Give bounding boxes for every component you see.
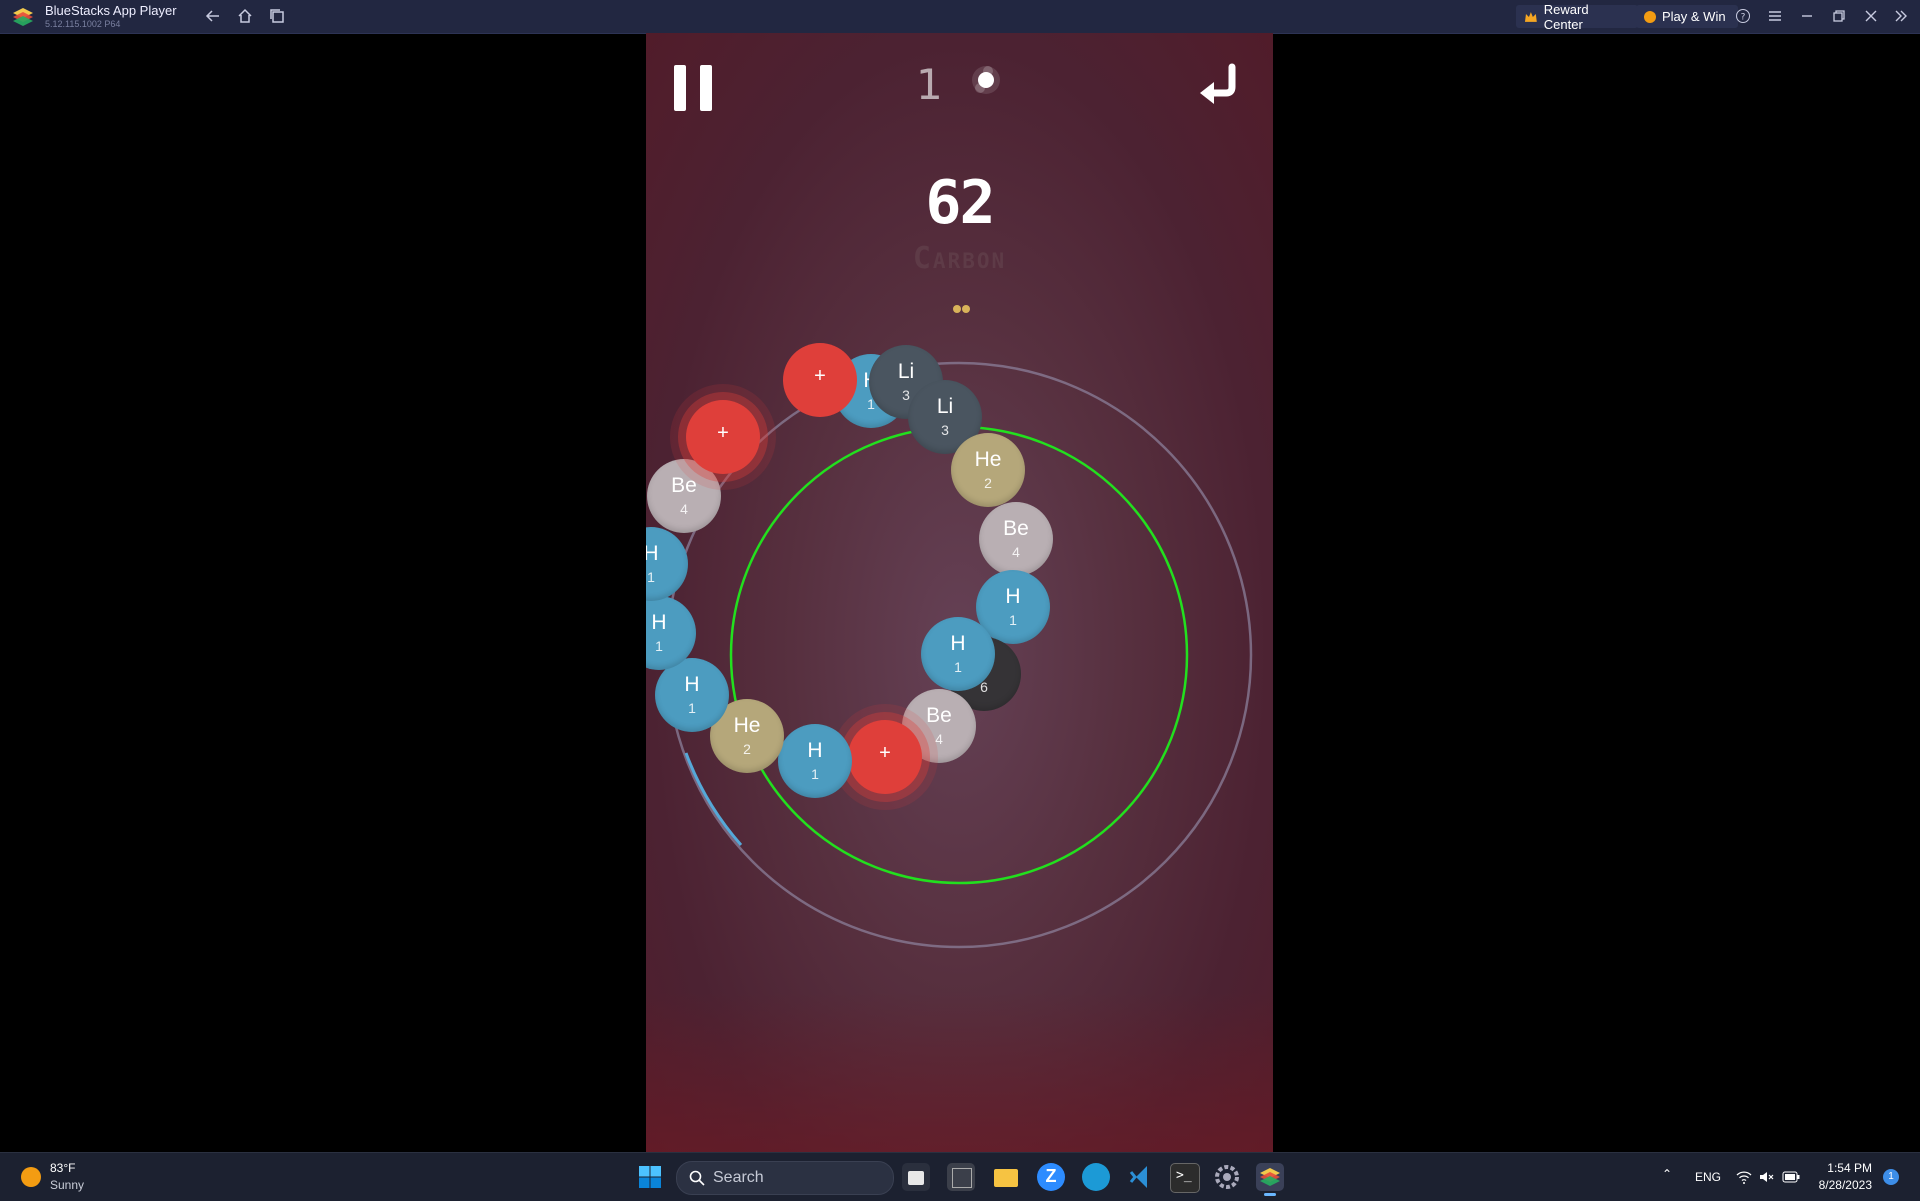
settings-icon[interactable] — [1213, 1163, 1241, 1191]
taskbar: 83°F Sunny Search Z >_ ⌃ ENG 1:54 PM 8/2… — [0, 1152, 1920, 1201]
atom-be[interactable]: Be 4 — [979, 502, 1053, 576]
atom-symbol: Be — [671, 474, 697, 497]
play-win-label: Play & Win — [1662, 9, 1726, 24]
close-icon[interactable] — [1861, 6, 1881, 26]
plus-atom[interactable]: + — [686, 400, 760, 474]
restore-icon[interactable] — [1829, 6, 1849, 26]
atom-symbol: Li — [936, 395, 954, 418]
atom-symbol: + — [879, 742, 891, 764]
taskbar-search[interactable]: Search — [676, 1161, 894, 1195]
home-icon[interactable] — [235, 6, 255, 26]
svg-text:?: ? — [1741, 13, 1746, 23]
reward-center-label: Reward Center — [1543, 1, 1589, 32]
atom-number: 2 — [743, 741, 751, 757]
help-icon[interactable]: ? — [1733, 6, 1753, 26]
file-explorer-dark-icon[interactable] — [902, 1163, 930, 1191]
zoom-icon[interactable]: Z — [1037, 1163, 1065, 1191]
title-bar: BlueStacks App Player 5.12.115.1002 P64 … — [0, 0, 1920, 34]
atom-h[interactable]: H1 — [778, 724, 852, 798]
bluestacks-icon[interactable] — [1256, 1163, 1284, 1196]
atom-number: 1 — [655, 638, 663, 654]
atom-symbol: Be — [926, 704, 952, 727]
atom-symbol: H — [950, 632, 966, 655]
atom-number: 1 — [811, 766, 819, 782]
wifi-icon[interactable] — [1736, 1169, 1752, 1185]
plus-atom[interactable]: + — [848, 720, 922, 794]
atom-symbol: H — [684, 673, 700, 696]
play-win-icon — [1644, 10, 1656, 23]
windows-start-icon[interactable] — [638, 1165, 662, 1189]
atom-number: 1 — [647, 569, 655, 585]
clock-date[interactable]: 8/28/2023 — [1812, 1178, 1872, 1192]
atom-symbol: + — [814, 365, 826, 387]
atom-he[interactable]: He 2 — [951, 433, 1025, 507]
notification-badge[interactable]: 1 — [1883, 1169, 1899, 1185]
cmd-icon[interactable]: >_ — [1170, 1163, 1200, 1193]
back-icon[interactable] — [203, 6, 223, 26]
chevron-up-icon[interactable]: ⌃ — [1662, 1167, 1672, 1181]
menu-icon[interactable] — [1765, 6, 1785, 26]
atom-symbol: H — [651, 611, 667, 634]
game-screen[interactable]: 1 62 Carbon H1+Li3Li3He2Be4H1C6Be4+H1He2… — [646, 33, 1273, 1152]
terminal-app-icon[interactable] — [947, 1163, 975, 1191]
atom-symbol: Be — [1003, 517, 1029, 540]
atom-symbol: H — [807, 739, 823, 762]
atom-symbol: Li — [897, 360, 915, 383]
bluestacks-logo-icon — [13, 8, 33, 26]
app-version: 5.12.115.1002 P64 — [45, 19, 121, 29]
vscode-icon[interactable] — [1127, 1163, 1155, 1191]
search-icon — [689, 1170, 705, 1186]
volume-muted-icon[interactable] — [1758, 1169, 1774, 1185]
clock-time[interactable]: 1:54 PM — [1822, 1161, 1872, 1175]
atom-number: 2 — [984, 475, 992, 491]
language-indicator[interactable]: ENG — [1695, 1170, 1721, 1184]
folder-icon[interactable] — [992, 1163, 1020, 1191]
reward-center-button[interactable]: Reward Center — [1516, 2, 1638, 32]
atom-number: 4 — [680, 501, 688, 517]
crown-icon — [1524, 11, 1537, 22]
collapse-sidebar-icon[interactable] — [1891, 6, 1911, 26]
plus-atom[interactable]: + — [783, 343, 857, 417]
play-win-button[interactable]: Play & Win — [1636, 5, 1738, 28]
atom-number: 4 — [1012, 544, 1020, 560]
edge-icon[interactable] — [1082, 1163, 1110, 1191]
minimize-icon[interactable] — [1797, 6, 1817, 26]
search-placeholder: Search — [713, 1169, 764, 1186]
weather-desc[interactable]: Sunny — [50, 1178, 84, 1192]
atom-number: 1 — [954, 659, 962, 675]
atom-number: 3 — [941, 422, 949, 438]
multitask-icon[interactable] — [267, 6, 287, 26]
atom-symbol: H — [646, 542, 659, 565]
weather-temp[interactable]: 83°F — [50, 1161, 75, 1175]
ring-svg — [665, 361, 1253, 949]
atom-symbol: H — [1005, 585, 1021, 608]
atom-number: 1 — [1009, 612, 1017, 628]
weather-sun-icon[interactable] — [21, 1167, 41, 1187]
app-title: BlueStacks App Player — [45, 3, 177, 18]
battery-icon[interactable] — [1782, 1170, 1800, 1184]
atom-symbol: He — [974, 448, 1002, 471]
atom-number: 1 — [688, 700, 696, 716]
atom-symbol: + — [717, 422, 729, 444]
center-atom[interactable]: H 1 — [921, 617, 995, 691]
